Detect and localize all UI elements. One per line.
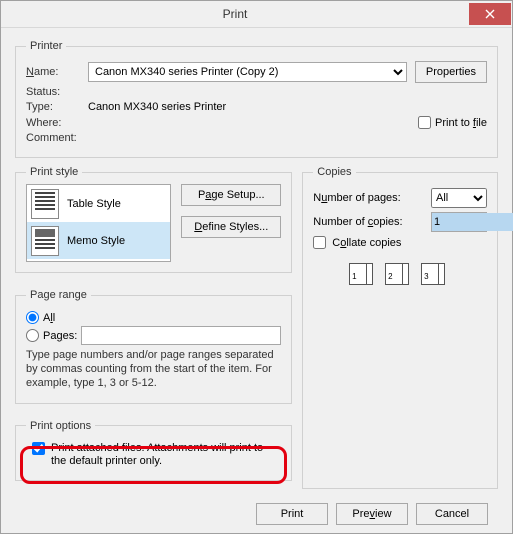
title-bar: Print [1,1,512,28]
num-copies-input[interactable] [432,213,513,231]
collate-checkbox[interactable] [313,236,326,249]
page-range-pages-input[interactable] [81,326,281,345]
table-style-icon [31,189,59,219]
num-copies-label: Number of copies: [313,216,431,228]
define-styles-button[interactable]: Define Styles... [181,216,281,238]
window-title: Print [1,7,469,21]
collate-illustration: 11 22 33 [313,263,487,293]
close-icon [485,9,495,19]
style-item-memo[interactable]: Memo Style [27,222,170,259]
dialog-footer: Print Preview Cancel [15,497,498,525]
page-range-pages-label: Pages: [43,330,77,342]
type-label: Type: [26,101,88,113]
num-pages-select[interactable]: All [431,188,487,208]
preview-button[interactable]: Preview [336,503,408,525]
print-style-group: Print style Table Style Memo Style [15,166,292,273]
print-options-group: Print options Print attached files. Atta… [15,420,292,481]
printer-name-select[interactable]: Canon MX340 series Printer (Copy 2) [88,62,407,82]
cancel-button[interactable]: Cancel [416,503,488,525]
comment-label: Comment: [26,132,88,144]
print-attached-checkbox[interactable] [32,442,45,455]
where-label: Where: [26,117,88,129]
num-pages-label: Number of pages: [313,192,431,204]
page-range-hint: Type page numbers and/or page ranges sep… [26,349,281,390]
status-label: Status: [26,86,88,98]
style-item-label: Table Style [67,198,121,210]
page-range-all-label: All [43,312,55,324]
print-options-legend: Print options [26,420,95,432]
page-setup-button[interactable]: Page Setup... [181,184,281,206]
page-range-all-radio[interactable] [26,311,39,324]
print-style-list[interactable]: Table Style Memo Style [26,184,171,262]
print-to-file-checkbox[interactable] [418,116,431,129]
print-button[interactable]: Print [256,503,328,525]
page-range-pages-radio[interactable] [26,329,39,342]
page-range-legend: Page range [26,289,91,301]
close-button[interactable] [469,3,511,25]
printer-group: Printer Name: Canon MX340 series Printer… [15,40,498,158]
num-copies-spinner[interactable]: ▲▼ [431,212,487,232]
style-item-table[interactable]: Table Style [27,185,170,222]
print-dialog: Print Printer Name: Canon MX340 series P… [0,0,513,534]
page-range-group: Page range All Pages: Type page numbers … [15,289,292,403]
memo-style-icon [31,226,59,256]
properties-button[interactable]: Properties [415,61,487,83]
print-style-legend: Print style [26,166,82,178]
name-label: Name: [26,66,88,78]
print-to-file-label: Print to file [435,117,487,129]
collate-label: Collate copies [332,237,401,249]
copies-group: Copies Number of pages: All Number of co… [302,166,498,489]
type-value: Canon MX340 series Printer [88,101,226,113]
style-item-label: Memo Style [67,235,125,247]
print-attached-label: Print attached files. Attachments will p… [51,442,275,468]
copies-legend: Copies [313,166,355,178]
printer-legend: Printer [26,40,66,52]
